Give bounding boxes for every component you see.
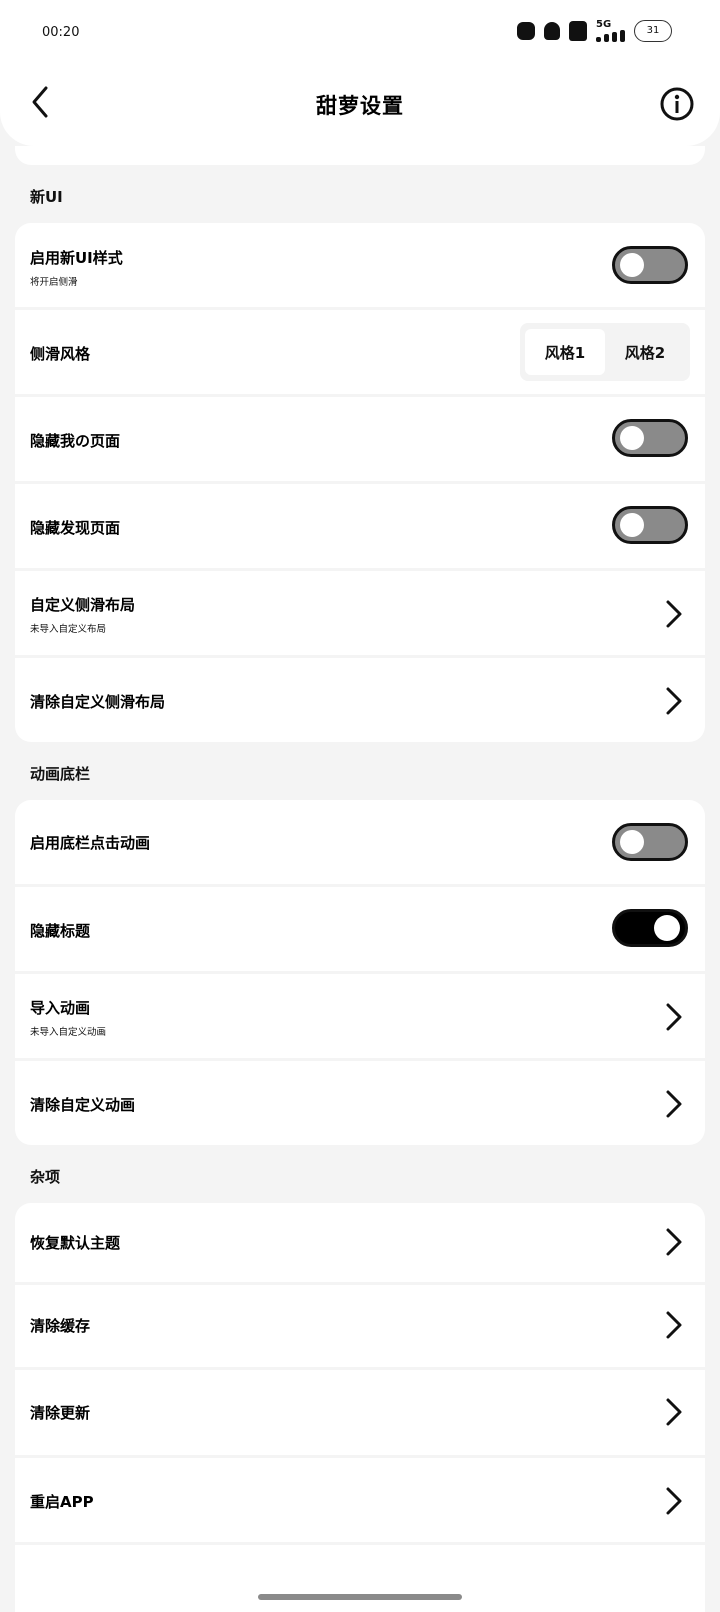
- chevron-right-icon: [666, 1311, 682, 1339]
- row-drawer-style: 侧滑风格 风格1 风格2: [15, 307, 705, 394]
- battery-level: 31: [646, 25, 660, 36]
- row-clear-cache[interactable]: 清除缓存: [15, 1282, 705, 1367]
- chevron-right-icon: [666, 1003, 682, 1031]
- row-title: 导入动画: [30, 999, 91, 1017]
- chevron-right-icon: [666, 600, 682, 628]
- row-title: 启用新UI样式: [30, 249, 123, 267]
- hd-icon: [569, 20, 587, 41]
- home-indicator[interactable]: [258, 1594, 462, 1600]
- row-clear-custom-drawer-layout[interactable]: 清除自定义侧滑布局: [15, 655, 705, 742]
- info-circle-icon: [660, 87, 694, 121]
- row-title: 清除自定义侧滑布局: [30, 693, 166, 711]
- row-restore-default-theme[interactable]: 恢复默认主题: [15, 1203, 705, 1282]
- page-title: 甜萝设置: [316, 94, 404, 118]
- drawer-style-segmented-control: 风格1 风格2: [520, 323, 690, 381]
- drawer-style-option-2[interactable]: 风格2: [605, 329, 685, 375]
- drawer-style-option-1[interactable]: 风格1: [525, 329, 605, 375]
- row-hide-title[interactable]: 隐藏标题: [15, 884, 705, 971]
- row-title: 清除更新: [30, 1404, 91, 1422]
- row-title: 隐藏我の页面: [30, 432, 121, 450]
- row-title: 恢复默认主题: [30, 1234, 121, 1252]
- row-title: 隐藏发现页面: [30, 519, 121, 537]
- chevron-right-icon: [666, 1090, 682, 1118]
- row-title: 侧滑风格: [30, 345, 91, 363]
- row-import-animation[interactable]: 导入动画 未导入自定义动画: [15, 971, 705, 1058]
- row-enable-new-ui[interactable]: 启用新UI样式 将开启侧滑: [15, 223, 705, 307]
- row-restart-app[interactable]: 重启APP: [15, 1455, 705, 1542]
- card-animated-bottom-bar: 启用底栏点击动画 隐藏标题 导入动画 未导入自定义动画 清除自定义动画: [15, 800, 705, 1145]
- toggle-enable-click-animation[interactable]: [612, 823, 688, 861]
- row-title: 重启APP: [30, 1493, 94, 1511]
- chevron-right-icon: [666, 687, 682, 715]
- row-title: 清除缓存: [30, 1317, 91, 1335]
- network-type: 5G: [596, 19, 612, 30]
- cat-app-icon: [517, 21, 535, 40]
- row-enable-click-animation[interactable]: 启用底栏点击动画: [15, 800, 705, 884]
- chevron-right-icon: [666, 1398, 682, 1426]
- card-misc: 恢复默认主题 清除缓存 清除更新 重启APP: [15, 1203, 705, 1612]
- row-subtitle: 未导入自定义动画: [30, 1027, 107, 1038]
- battery-icon: 31: [634, 19, 672, 42]
- section-label-misc: 杂项: [30, 1168, 61, 1186]
- row-title: 隐藏标题: [30, 922, 91, 940]
- row-clear-update[interactable]: 清除更新: [15, 1367, 705, 1455]
- status-icons: 5G 31: [517, 19, 672, 42]
- section-label-new-ui: 新UI: [30, 188, 63, 206]
- toggle-enable-new-ui[interactable]: [612, 246, 688, 284]
- chevron-right-icon: [666, 1487, 682, 1515]
- toggle-hide-discover-page[interactable]: [612, 506, 688, 544]
- row-subtitle: 未导入自定义布局: [30, 624, 107, 635]
- info-button[interactable]: [660, 87, 694, 121]
- row-hide-discover-page[interactable]: 隐藏发现页面: [15, 481, 705, 568]
- toggle-hide-title[interactable]: [612, 909, 688, 947]
- row-title: 自定义侧滑布局: [30, 596, 136, 614]
- signal-icon: 5G: [596, 19, 625, 42]
- toggle-hide-my-page[interactable]: [612, 419, 688, 457]
- row-custom-drawer-layout[interactable]: 自定义侧滑布局 未导入自定义布局: [15, 568, 705, 655]
- row-title: 启用底栏点击动画: [30, 834, 151, 852]
- app-header: 甜萝设置: [0, 56, 720, 146]
- notification-bell-icon: [544, 21, 560, 40]
- section-label-animated-bottom-bar: 动画底栏: [30, 765, 91, 783]
- row-partially-visible[interactable]: [15, 1542, 705, 1612]
- card-new-ui: 启用新UI样式 将开启侧滑 侧滑风格 风格1 风格2 隐藏我の页面 隐藏发现页面…: [15, 223, 705, 742]
- status-time: 00:20: [42, 25, 80, 40]
- row-subtitle: 将开启侧滑: [30, 277, 78, 288]
- previous-card-bottom: [15, 146, 705, 165]
- row-hide-my-page[interactable]: 隐藏我の页面: [15, 394, 705, 481]
- row-clear-custom-animation[interactable]: 清除自定义动画: [15, 1058, 705, 1145]
- chevron-right-icon: [666, 1228, 682, 1256]
- row-title: 清除自定义动画: [30, 1096, 136, 1114]
